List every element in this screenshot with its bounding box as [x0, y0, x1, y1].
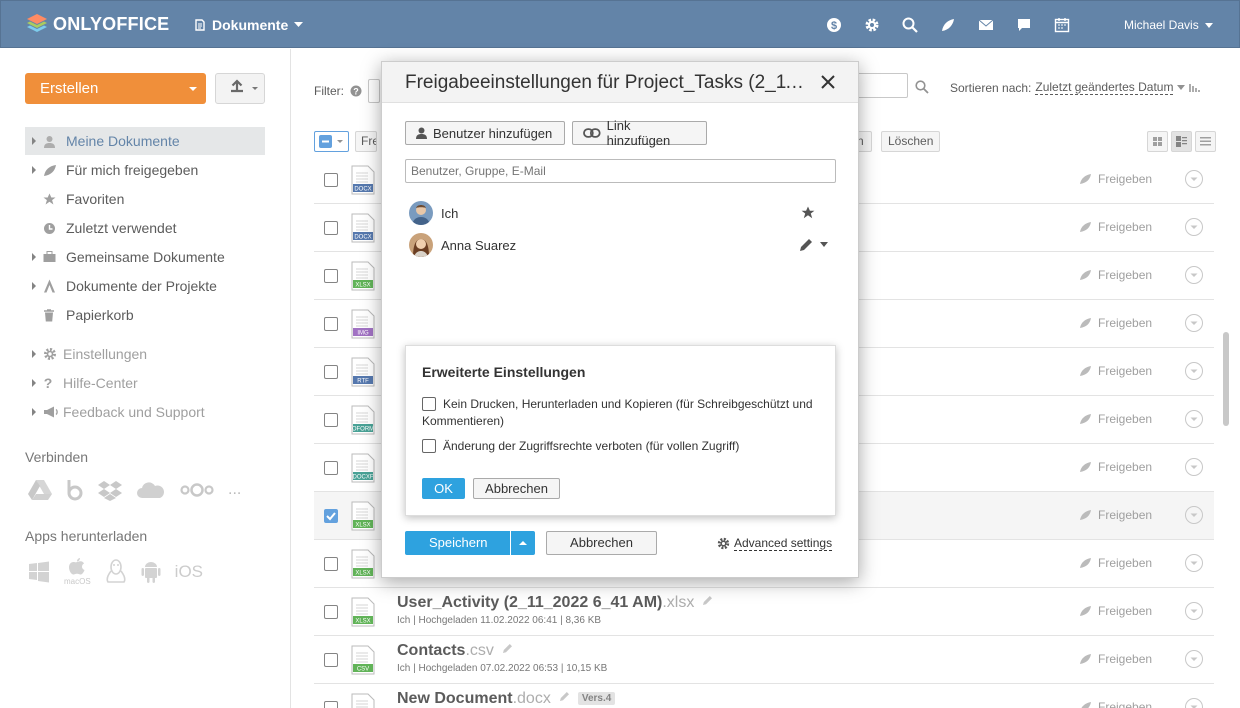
advanced-settings-label: Advanced settings — [734, 536, 833, 551]
cancel-button[interactable]: Abbrechen — [546, 531, 657, 555]
star-icon — [801, 206, 815, 219]
user-search-input[interactable] — [405, 159, 836, 183]
option-deny-sharing[interactable]: Änderung der Zugriffsrechte verboten (fü… — [422, 438, 822, 455]
caret-up-icon — [519, 541, 527, 545]
add-link-button[interactable]: Link hinzufügen — [572, 118, 707, 148]
sharing-settings-dialog: Freigabeeinstellungen für Project_Tasks … — [381, 61, 859, 578]
checkbox[interactable] — [422, 397, 436, 411]
save-dropdown-button[interactable] — [511, 531, 535, 555]
add-link-label: Link hinzufügen — [606, 118, 671, 148]
add-user-button[interactable]: Benutzer hinzufügen — [405, 121, 565, 145]
chevron-down-icon — [820, 242, 828, 247]
close-icon[interactable] — [820, 74, 836, 90]
option-label: Kein Drucken, Herunterladen und Kopieren… — [422, 397, 813, 428]
advanced-settings-link[interactable]: Advanced settings — [717, 536, 833, 551]
avatar — [409, 233, 433, 257]
avatar — [409, 201, 433, 225]
option-deny-download[interactable]: Kein Drucken, Herunterladen und Kopieren… — [422, 396, 822, 430]
share-entry-name: Anna Suarez — [441, 237, 517, 253]
ok-button[interactable]: OK — [422, 478, 465, 499]
save-button[interactable]: Speichern — [405, 531, 510, 555]
option-label: Änderung der Zugriffsrechte verboten (fü… — [443, 439, 740, 453]
pencil-icon — [800, 239, 812, 251]
link-icon — [583, 128, 601, 138]
access-rights-selector[interactable] — [799, 237, 828, 252]
cancel-advanced-button[interactable]: Abbrechen — [473, 478, 560, 499]
share-entry-user: Anna Suarez — [409, 233, 516, 257]
dialog-title: Freigabeeinstellungen für Project_Tasks … — [405, 72, 810, 93]
advanced-settings-title: Erweiterte Einstellungen — [422, 364, 586, 380]
share-entry-owner: Ich — [409, 201, 458, 225]
advanced-settings-panel: Erweiterte Einstellungen Kein Drucken, H… — [405, 345, 836, 516]
checkbox[interactable] — [422, 439, 436, 453]
gear-icon — [717, 537, 730, 550]
user-icon — [416, 127, 427, 139]
share-entry-name: Ich — [441, 205, 459, 221]
add-user-label: Benutzer hinzufügen — [433, 125, 553, 141]
